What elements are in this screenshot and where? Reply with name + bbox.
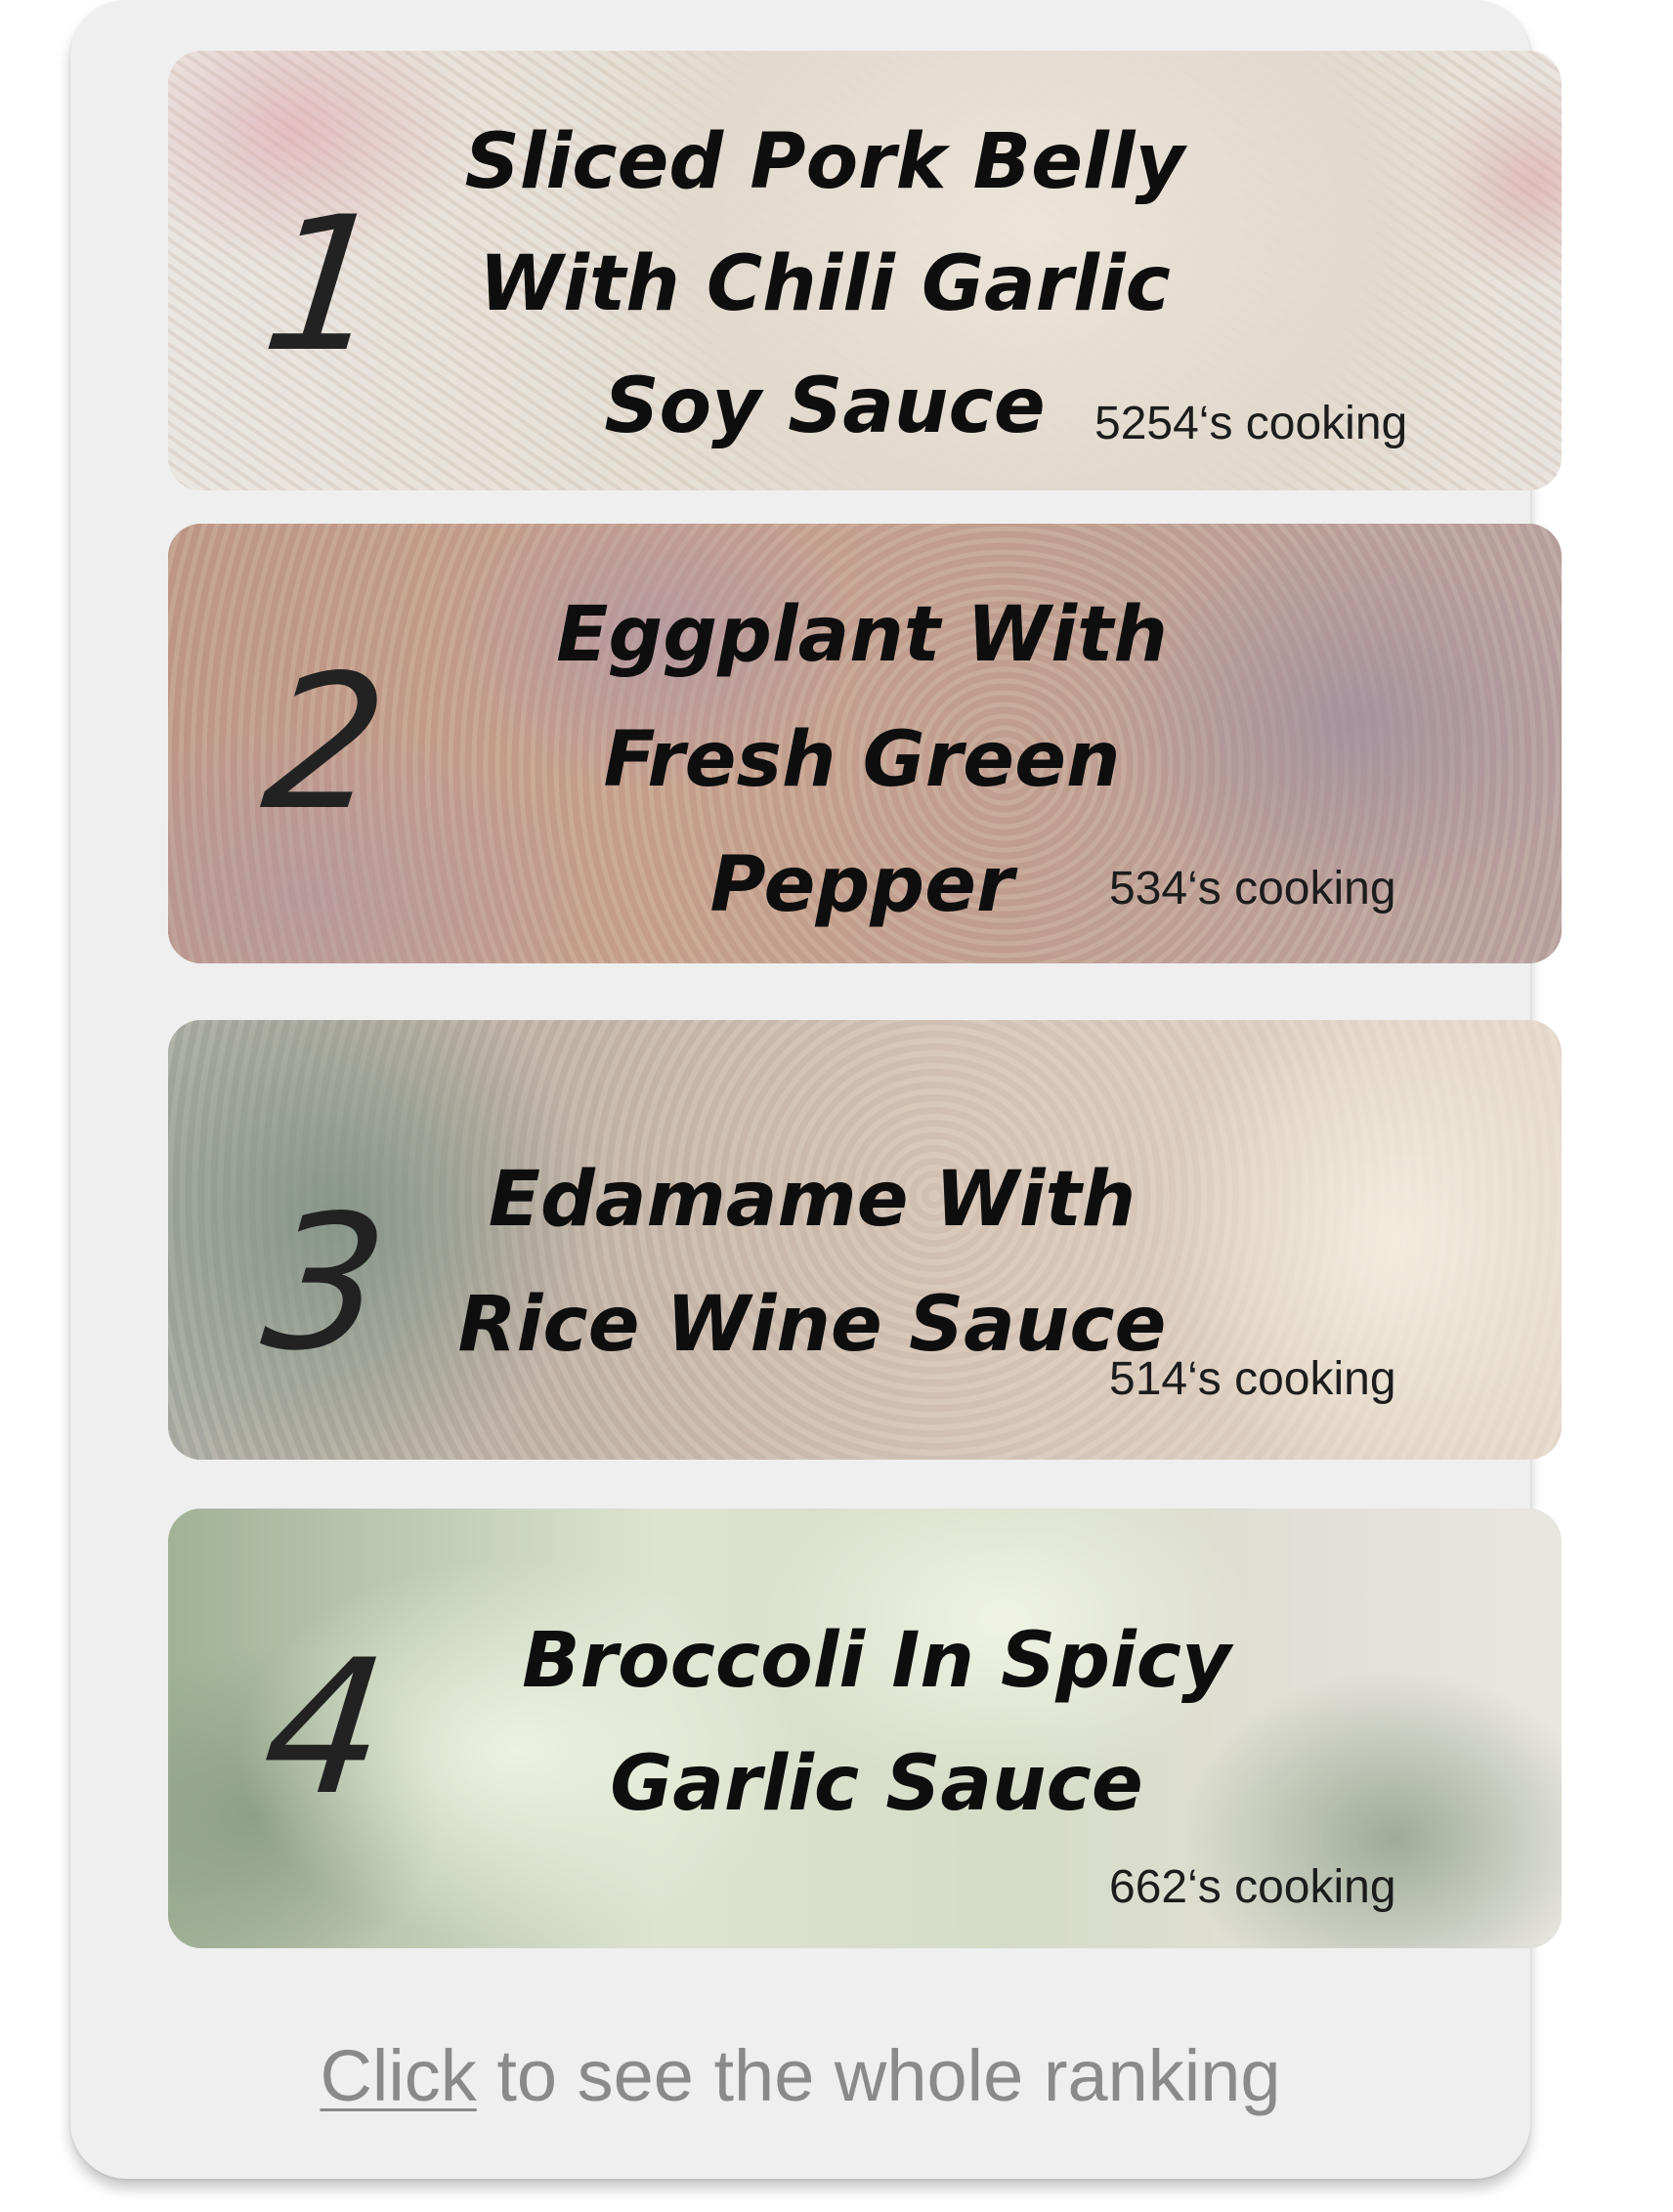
recipe-card-1[interactable]: 1 Sliced Pork Belly With Chili Garlic So… — [168, 51, 1562, 490]
recipe-title-line: Pepper — [709, 841, 1014, 929]
recipe-title-line: Soy Sauce — [604, 362, 1046, 450]
recipe-title: Sliced Pork Belly With Chili Garlic Soy … — [465, 100, 1185, 466]
footer-text: to see the whole ranking — [476, 2035, 1281, 2116]
recipe-title-line: With Chili Garlic — [479, 240, 1171, 328]
recipe-title: Broccoli In Spicy Garlic Sauce — [522, 1598, 1231, 1845]
ranking-panel: 1 Sliced Pork Belly With Chili Garlic So… — [70, 0, 1562, 2179]
recipe-card-3[interactable]: 3 Edamame With Rice Wine Sauce 514‘s coo… — [168, 1020, 1562, 1460]
recipe-title-line: Garlic Sauce — [610, 1740, 1143, 1828]
rank-number: 3 — [254, 1175, 396, 1391]
see-full-ranking: Click to see the whole ranking — [70, 2034, 1530, 2117]
cooking-count: 534‘s cooking — [1109, 863, 1396, 915]
cooking-count: 662‘s cooking — [1109, 1861, 1396, 1913]
recipe-title-line: Sliced Pork Belly — [464, 118, 1185, 206]
cooking-count: 514‘s cooking — [1109, 1353, 1396, 1405]
recipe-title-line: Fresh Green — [603, 716, 1121, 804]
rank-number: 4 — [254, 1620, 396, 1836]
recipe-title-line: Rice Wine Sauce — [457, 1281, 1167, 1369]
cooking-count: 5254‘s cooking — [1094, 398, 1408, 449]
recipe-title-line: Broccoli In Spicy — [522, 1617, 1231, 1705]
rank-number: 1 — [254, 177, 396, 393]
recipe-card-4[interactable]: 4 Broccoli In Spicy Garlic Sauce 662‘s c… — [168, 1509, 1562, 1948]
recipe-title: Eggplant With Fresh Green Pepper — [556, 573, 1168, 948]
recipe-card-2[interactable]: 2 Eggplant With Fresh Green Pepper 534‘s… — [168, 524, 1562, 963]
recipe-title-line: Eggplant With — [556, 591, 1168, 679]
click-link[interactable]: Click — [320, 2035, 476, 2116]
rank-number: 2 — [254, 635, 396, 851]
recipe-title-line: Edamame With — [488, 1156, 1137, 1244]
recipe-title: Edamame With Rice Wine Sauce — [458, 1137, 1167, 1387]
